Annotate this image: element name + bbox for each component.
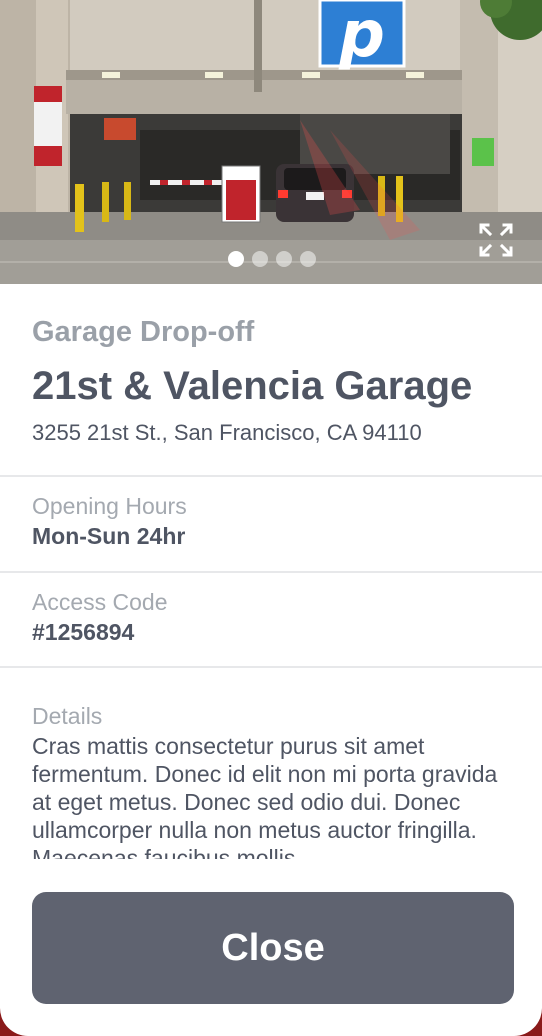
carousel-dot-3[interactable] — [275, 251, 292, 267]
carousel-dot-2[interactable] — [251, 251, 268, 267]
divider — [0, 475, 542, 477]
carousel-dot-1[interactable] — [227, 251, 244, 267]
pickup-type: Garage Drop-off — [32, 316, 255, 348]
garage-photo[interactable]: p — [0, 0, 542, 284]
svg-text:p: p — [338, 0, 385, 72]
divider — [0, 666, 542, 668]
carousel-indicators — [0, 251, 542, 267]
garage-photo-illustration: p — [0, 0, 542, 284]
details-text[interactable]: Cras mattis consectetur purus sit amet f… — [32, 732, 522, 859]
divider — [0, 571, 542, 573]
expand-icon[interactable] — [478, 222, 514, 258]
carousel-dot-4[interactable] — [299, 251, 316, 267]
access-code-label: Access Code — [32, 589, 168, 615]
garage-detail-card: p Garage Drop-off 21st & Valencia Garage… — [0, 0, 542, 1036]
opening-hours-label: Opening Hours — [32, 493, 187, 519]
access-code-value: #1256894 — [32, 619, 135, 645]
garage-name: 21st & Valencia Garage — [32, 364, 473, 408]
close-button[interactable]: Close — [32, 892, 514, 1004]
garage-address: 3255 21st St., San Francisco, CA 94110 — [32, 420, 422, 445]
opening-hours-value: Mon-Sun 24hr — [32, 523, 186, 549]
details-label: Details — [32, 703, 103, 729]
